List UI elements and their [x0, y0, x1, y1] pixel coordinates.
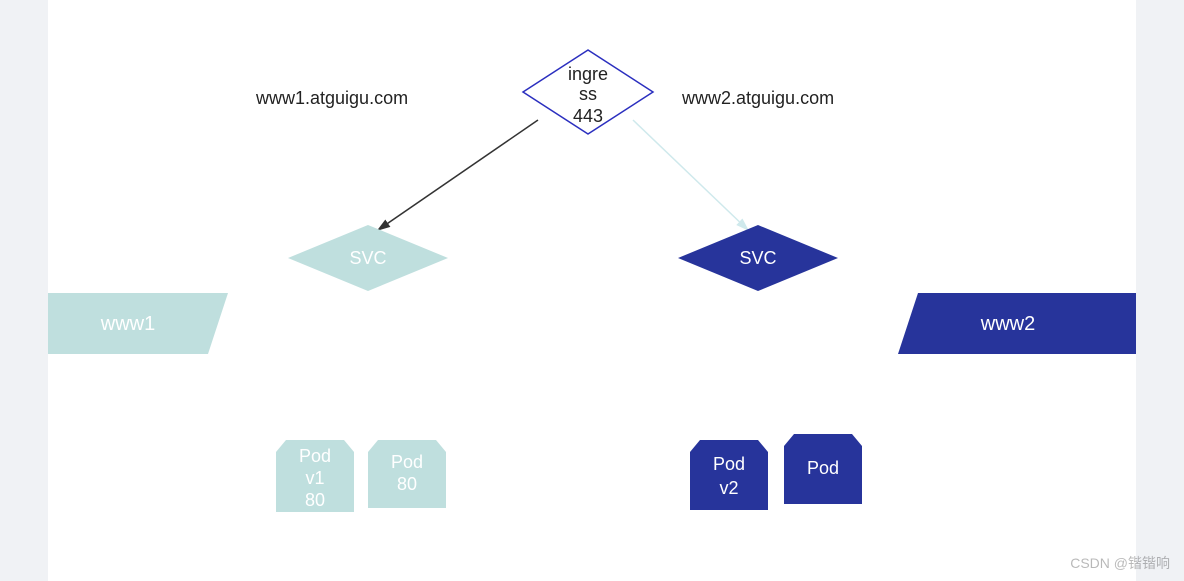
pod-right-1-line1: Pod	[713, 454, 745, 474]
pod-right-2-line1: Pod	[807, 458, 839, 478]
arrow-to-svc-left	[378, 120, 538, 230]
pod-left-1-line3: 80	[305, 490, 325, 510]
ingress-port: 443	[573, 106, 603, 126]
pod-left-1-line2: v1	[305, 468, 324, 488]
svc-left-label: SVC	[349, 248, 386, 268]
ingress-text-2: ss	[579, 84, 597, 104]
pod-left-2-line1: Pod	[391, 452, 423, 472]
diagram-svg: ingre ss 443 SVC SVC www1 www2 Pod v1 80…	[48, 0, 1136, 581]
site-www1-label: www1	[100, 313, 155, 335]
pod-right-1-line2: v2	[719, 478, 738, 498]
diagram-canvas: ingre ss 443 SVC SVC www1 www2 Pod v1 80…	[48, 0, 1136, 581]
pod-left-2-line2: 80	[397, 474, 417, 494]
pod-left-1-line1: Pod	[299, 446, 331, 466]
label-host-left: www1.atguigu.com	[256, 88, 408, 109]
svc-right-label: SVC	[739, 248, 776, 268]
label-host-right: www2.atguigu.com	[682, 88, 834, 109]
pod-right-1	[690, 440, 768, 510]
ingress-text-1: ingre	[568, 64, 608, 84]
site-www2-label: www2	[980, 313, 1035, 335]
watermark: CSDN @锴锴响	[1070, 553, 1170, 573]
arrow-to-svc-right	[633, 120, 748, 230]
